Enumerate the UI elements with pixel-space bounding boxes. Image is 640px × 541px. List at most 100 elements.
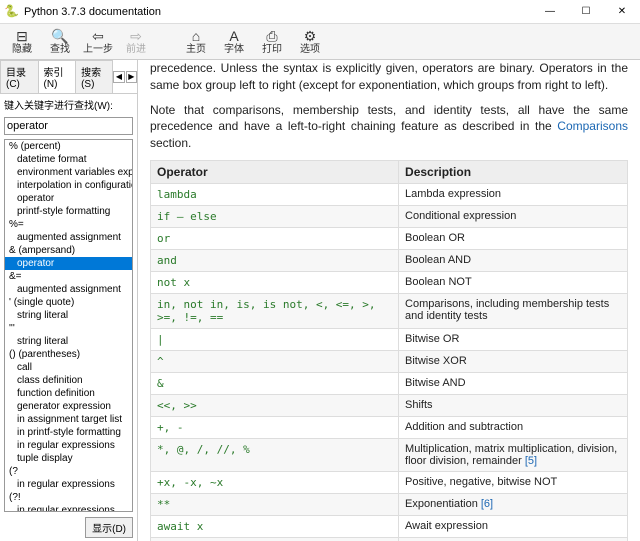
back-icon: ⇦	[92, 28, 104, 44]
op-cell: await x	[151, 515, 399, 537]
table-row: andBoolean AND	[151, 249, 628, 271]
search-input[interactable]	[4, 117, 133, 135]
index-item[interactable]: tuple display	[5, 452, 132, 465]
op-cell: in, not in, is, is not, <, <=, >, >=, !=…	[151, 293, 399, 328]
table-row: await xAwait expression	[151, 515, 628, 537]
precedence-table: OperatorDescription lambdaLambda express…	[150, 160, 628, 541]
op-cell: |	[151, 328, 399, 350]
table-row: if – elseConditional expression	[151, 205, 628, 227]
options-icon: ⚙	[304, 28, 317, 44]
find-button[interactable]: 🔍查找	[42, 25, 78, 59]
index-results[interactable]: % (percent)datetime formatenvironment va…	[4, 139, 133, 512]
th-description: Description	[399, 160, 628, 183]
window-title: Python 3.7.3 documentation	[24, 6, 532, 18]
index-item[interactable]: %=	[5, 218, 132, 231]
desc-cell: Boolean NOT	[399, 271, 628, 293]
op-cell: not x	[151, 271, 399, 293]
desc-cell: Bitwise OR	[399, 328, 628, 350]
table-row: x[index], x[index:index], x(arguments...…	[151, 537, 628, 541]
toolbar: ⊟隐藏 🔍查找 ⇦上一步 ⇨前进 ⌂主页 A字体 ⎙打印 ⚙选项	[0, 24, 640, 60]
show-button[interactable]: 显示(D)	[85, 517, 133, 538]
desc-cell: Conditional expression	[399, 205, 628, 227]
desc-cell: Positive, negative, bitwise NOT	[399, 471, 628, 493]
op-cell: *, @, /, //, %	[151, 438, 399, 471]
index-item[interactable]: in printf-style formatting	[5, 426, 132, 439]
index-item[interactable]: (?	[5, 465, 132, 478]
index-item[interactable]: ' (single quote)	[5, 296, 132, 309]
index-item[interactable]: in regular expressions	[5, 504, 132, 512]
tab-search[interactable]: 搜索(S)	[75, 60, 113, 93]
options-button[interactable]: ⚙选项	[292, 25, 328, 59]
table-row: lambdaLambda expression	[151, 183, 628, 205]
close-button[interactable]: ✕	[604, 0, 640, 24]
font-icon: A	[229, 28, 238, 44]
table-row: +, -Addition and subtraction	[151, 416, 628, 438]
content-pane[interactable]: precedence. Unless the syntax is explici…	[138, 60, 640, 541]
op-cell: or	[151, 227, 399, 249]
index-item[interactable]: augmented assignment	[5, 231, 132, 244]
desc-cell: Boolean OR	[399, 227, 628, 249]
desc-cell: Addition and subtraction	[399, 416, 628, 438]
op-cell: ^	[151, 350, 399, 372]
back-button[interactable]: ⇦上一步	[80, 25, 116, 59]
table-row: +x, -x, ~xPositive, negative, bitwise NO…	[151, 471, 628, 493]
home-icon: ⌂	[192, 28, 200, 44]
index-item[interactable]: in regular expressions	[5, 439, 132, 452]
comparisons-link[interactable]: Comparisons	[557, 119, 628, 133]
index-item[interactable]: datetime format	[5, 153, 132, 166]
index-item[interactable]: % (percent)	[5, 140, 132, 153]
index-item[interactable]: operator	[5, 192, 132, 205]
index-item[interactable]: function definition	[5, 387, 132, 400]
table-row: ^Bitwise XOR	[151, 350, 628, 372]
op-cell: <<, >>	[151, 394, 399, 416]
index-item[interactable]: in assignment target list	[5, 413, 132, 426]
sidebar: 目录(C) 索引(N) 搜索(S) ◀ ▶ 键入关键字进行查找(W): % (p…	[0, 60, 138, 541]
index-item[interactable]: &=	[5, 270, 132, 283]
index-item[interactable]: & (ampersand)	[5, 244, 132, 257]
desc-cell: Boolean AND	[399, 249, 628, 271]
table-row: orBoolean OR	[151, 227, 628, 249]
tab-prev[interactable]: ◀	[113, 71, 124, 83]
tab-index[interactable]: 索引(N)	[38, 60, 77, 93]
op-cell: &	[151, 372, 399, 394]
op-cell: **	[151, 493, 399, 515]
index-item[interactable]: () (parentheses)	[5, 348, 132, 361]
window-buttons: — ☐ ✕	[532, 0, 640, 24]
font-button[interactable]: A字体	[216, 25, 252, 59]
index-item[interactable]: generator expression	[5, 400, 132, 413]
index-item[interactable]: class definition	[5, 374, 132, 387]
table-row: &Bitwise AND	[151, 372, 628, 394]
th-operator: Operator	[151, 160, 399, 183]
tab-contents[interactable]: 目录(C)	[0, 60, 39, 93]
forward-icon: ⇨	[130, 28, 142, 44]
index-item[interactable]: printf-style formatting	[5, 205, 132, 218]
maximize-button[interactable]: ☐	[568, 0, 604, 24]
footnote-link[interactable]: [5]	[525, 455, 537, 467]
index-item[interactable]: augmented assignment	[5, 283, 132, 296]
desc-cell: Bitwise AND	[399, 372, 628, 394]
index-item[interactable]: (?!	[5, 491, 132, 504]
home-button[interactable]: ⌂主页	[178, 25, 214, 59]
index-item[interactable]: operator	[5, 257, 132, 270]
table-row: **Exponentiation [6]	[151, 493, 628, 515]
op-cell: +, -	[151, 416, 399, 438]
hide-button[interactable]: ⊟隐藏	[4, 25, 40, 59]
table-row: in, not in, is, is not, <, <=, >, >=, !=…	[151, 293, 628, 328]
index-item[interactable]: in regular expressions	[5, 478, 132, 491]
print-button[interactable]: ⎙打印	[254, 25, 290, 59]
desc-cell: Lambda expression	[399, 183, 628, 205]
minimize-button[interactable]: —	[532, 0, 568, 24]
tab-next[interactable]: ▶	[126, 71, 137, 83]
index-item[interactable]: string literal	[5, 335, 132, 348]
index-item[interactable]: string literal	[5, 309, 132, 322]
index-item[interactable]: interpolation in configuration	[5, 179, 132, 192]
footnote-link[interactable]: [6]	[481, 498, 493, 510]
index-item[interactable]: '''	[5, 322, 132, 335]
op-cell: if – else	[151, 205, 399, 227]
table-row: <<, >>Shifts	[151, 394, 628, 416]
index-item[interactable]: environment variables expan	[5, 166, 132, 179]
table-row: |Bitwise OR	[151, 328, 628, 350]
titlebar: 🐍 Python 3.7.3 documentation — ☐ ✕	[0, 0, 640, 24]
index-item[interactable]: call	[5, 361, 132, 374]
intro-p2: Note that comparisons, membership tests,…	[150, 102, 628, 152]
